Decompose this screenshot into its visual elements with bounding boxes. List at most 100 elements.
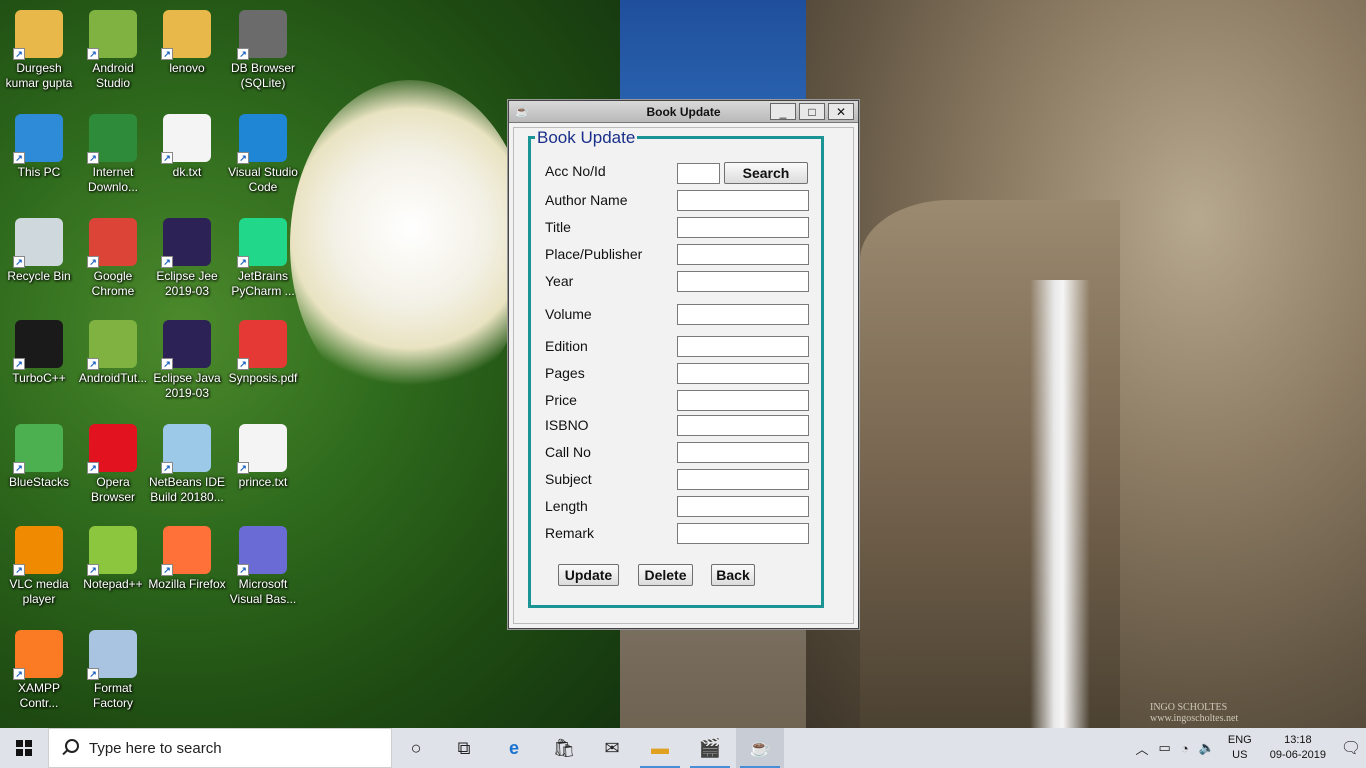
length-input[interactable] — [677, 496, 809, 517]
desktop-icon[interactable]: ↗ Visual Studio Code — [224, 108, 302, 204]
language-indicator[interactable]: ENG US — [1228, 733, 1252, 763]
clock[interactable]: 13:18 09-06-2019 — [1270, 733, 1326, 763]
pages-input[interactable] — [677, 363, 809, 384]
shortcut-arrow-icon: ↗ — [237, 358, 249, 370]
internet-download-manager-icon: ↗ — [87, 114, 137, 164]
desktop-icon-label: TurboC++ — [12, 371, 66, 385]
desktop-icon[interactable]: ↗ Android Studio — [74, 4, 152, 100]
call-no-input[interactable] — [677, 442, 809, 463]
desktop-icon[interactable]: ↗ Durgesh kumar gupta — [0, 4, 78, 100]
desktop-icon[interactable]: ↗ This PC — [0, 108, 78, 204]
movies-taskbar-button[interactable]: 🎬 — [686, 728, 734, 768]
shortcut-arrow-icon: ↗ — [87, 358, 99, 370]
desktop-icon[interactable]: ↗ Internet Downlo... — [74, 108, 152, 204]
battery-icon[interactable]: ▭ — [1159, 740, 1171, 756]
netbeans-icon: ↗ — [161, 424, 211, 474]
vlc-icon: ↗ — [13, 526, 63, 576]
desktop-icon[interactable]: ↗ prince.txt — [224, 418, 302, 514]
shortcut-arrow-icon: ↗ — [161, 256, 173, 268]
desktop-icon[interactable]: ↗ lenovo — [148, 4, 226, 100]
clock-date: 09-06-2019 — [1269, 749, 1326, 761]
back-button[interactable]: Back — [711, 564, 755, 586]
desktop-icon[interactable]: ↗ Notepad++ — [74, 520, 152, 616]
price-input[interactable] — [677, 390, 809, 411]
eclipse-icon: ↗ — [161, 218, 211, 268]
start-button[interactable] — [0, 728, 48, 768]
window-content: Book Update Acc No/Id Search Author Name… — [513, 127, 854, 624]
desktop-icon[interactable]: ↗ Synposis.pdf — [224, 314, 302, 410]
desktop-icon[interactable]: ↗ Eclipse Java 2019-03 — [148, 314, 226, 410]
window-titlebar[interactable]: ☕ Book Update _ □ ✕ — [509, 101, 858, 123]
language-code: ENG — [1227, 734, 1252, 746]
year-input[interactable] — [677, 271, 809, 292]
isbno-input[interactable] — [677, 415, 809, 436]
close-button[interactable]: ✕ — [828, 103, 854, 120]
task-view-button[interactable]: ⧉ — [440, 728, 488, 768]
database-icon: ↗ — [237, 10, 287, 60]
book-update-window[interactable]: ☕ Book Update _ □ ✕ Book Update Acc No/I… — [508, 100, 859, 629]
cortana-button[interactable]: ○ — [392, 728, 440, 768]
title-label: Title — [545, 219, 571, 235]
android-studio-icon: ↗ — [87, 320, 137, 370]
bluestacks-icon: ↗ — [13, 424, 63, 474]
shortcut-arrow-icon: ↗ — [13, 358, 25, 370]
desktop-icon[interactable]: ↗ TurboC++ — [0, 314, 78, 410]
desktop-icon-label: Microsoft Visual Bas... — [229, 577, 297, 606]
desktop-icon-label: prince.txt — [238, 475, 288, 489]
show-hidden-icons-chevron-icon[interactable]: ︿ — [1136, 739, 1149, 758]
minimize-button[interactable]: _ — [770, 103, 796, 120]
volume-icon[interactable]: 🔈 — [1199, 740, 1215, 756]
network-wifi-icon[interactable]: ◔ — [1181, 741, 1189, 756]
java-app-taskbar-button[interactable]: ☕ — [736, 728, 784, 768]
desktop-icon[interactable]: ↗ Google Chrome — [74, 212, 152, 308]
wallpaper-watermark: INGO SCHOLTES www.ingoscholtes.net — [1150, 702, 1239, 724]
format-factory-icon: ↗ — [87, 630, 137, 680]
shortcut-arrow-icon: ↗ — [87, 564, 99, 576]
title-input[interactable] — [677, 217, 809, 238]
remark-input[interactable] — [677, 523, 809, 544]
maximize-button[interactable]: □ — [799, 103, 825, 120]
search-button[interactable]: Search — [724, 162, 808, 184]
desktop-icon[interactable]: ↗ dk.txt — [148, 108, 226, 204]
delete-button[interactable]: Delete — [638, 564, 693, 586]
vscode-icon: ↗ — [237, 114, 287, 164]
author-name-input[interactable] — [677, 190, 809, 211]
volume-input[interactable] — [677, 304, 809, 325]
desktop-icon[interactable]: ↗ Format Factory — [74, 624, 152, 720]
desktop-icon[interactable]: ↗ Eclipse Jee 2019-03 — [148, 212, 226, 308]
acc-no-input[interactable] — [677, 163, 720, 184]
desktop-icon-label: Eclipse Jee 2019-03 — [156, 269, 218, 298]
desktop-icon[interactable]: ↗ BlueStacks — [0, 418, 78, 514]
action-center-button[interactable]: 🗨 — [1336, 728, 1366, 768]
desktop-icon[interactable]: ↗ Recycle Bin — [0, 212, 78, 308]
edition-input[interactable] — [677, 336, 809, 357]
place-publisher-input[interactable] — [677, 244, 809, 265]
desktop-icon[interactable]: ↗ VLC media player — [0, 520, 78, 616]
acc-no-label: Acc No/Id — [545, 163, 606, 179]
desktop-icon[interactable]: ↗ DB Browser (SQLite) — [224, 4, 302, 100]
taskbar-search-box[interactable]: Type here to search — [48, 728, 392, 768]
desktop-icon[interactable]: ↗ AndroidTut... — [74, 314, 152, 410]
author-name-label: Author Name — [545, 192, 628, 208]
desktop-icon[interactable]: ↗ JetBrains PyCharm ... — [224, 212, 302, 308]
desktop-icon-label: Visual Studio Code — [228, 165, 298, 194]
maximize-icon: □ — [808, 104, 816, 119]
shortcut-arrow-icon: ↗ — [161, 564, 173, 576]
window-controls: _ □ ✕ — [770, 103, 854, 120]
shortcut-arrow-icon: ↗ — [87, 256, 99, 268]
desktop-icon[interactable]: ↗ Mozilla Firefox — [148, 520, 226, 616]
clapperboard-icon: 🎬 — [698, 737, 722, 758]
edge-taskbar-button[interactable]: e — [490, 728, 538, 768]
file-explorer-taskbar-button[interactable]: ▬ — [636, 728, 684, 768]
desktop-icon[interactable]: ↗ NetBeans IDE Build 20180... — [148, 418, 226, 514]
desktop-icon[interactable]: ↗ XAMPP Contr... — [0, 624, 78, 720]
wallpaper-waterfall — [1030, 280, 1090, 728]
mail-taskbar-button[interactable]: ✉ — [588, 728, 636, 768]
desktop-icon[interactable]: ↗ Microsoft Visual Bas... — [224, 520, 302, 616]
desktop-icon[interactable]: ↗ Opera Browser — [74, 418, 152, 514]
store-taskbar-button[interactable]: 🛍 — [540, 728, 588, 768]
shortcut-arrow-icon: ↗ — [13, 48, 25, 60]
update-button[interactable]: Update — [558, 564, 619, 586]
subject-input[interactable] — [677, 469, 809, 490]
shortcut-arrow-icon: ↗ — [237, 48, 249, 60]
